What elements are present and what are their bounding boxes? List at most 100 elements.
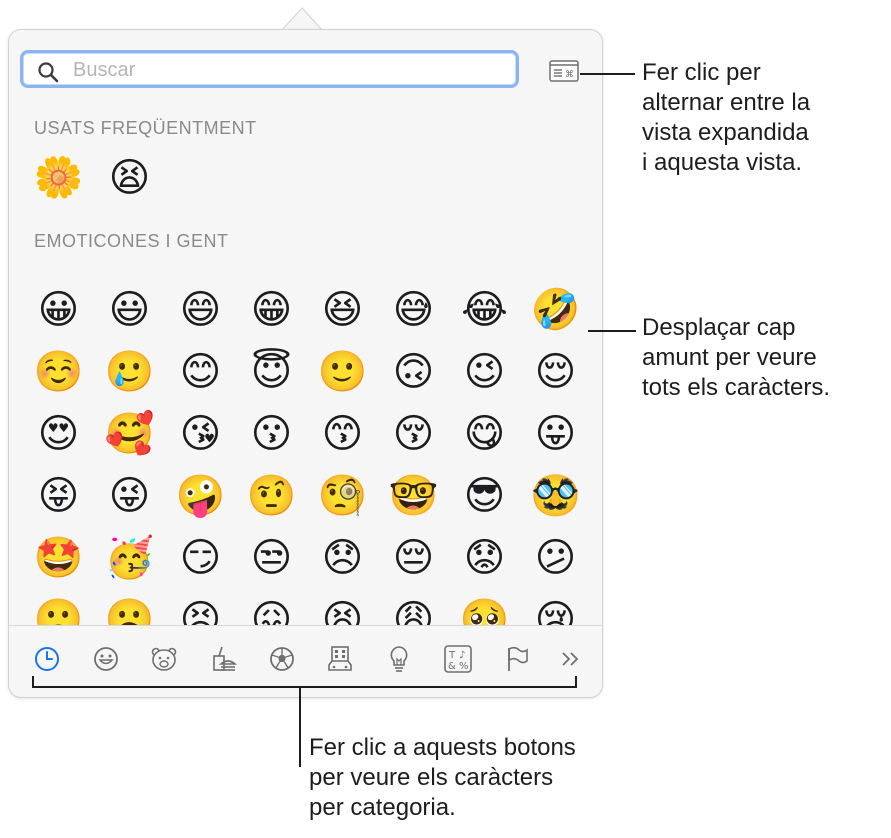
tab-animals[interactable] [147, 642, 181, 676]
emoji-cell[interactable]: 😗 [236, 404, 307, 464]
svg-text:T: T [448, 650, 456, 661]
frequent-emoji-row: 🌼 😫 [23, 148, 165, 208]
emoji-cell[interactable]: 😁 [236, 280, 307, 340]
smiley-icon [94, 647, 118, 671]
emoji-cell[interactable]: 😔 [378, 528, 449, 588]
emoji-row: 😀 😃 😄 😁 😆 😅 😂 🤣 [23, 280, 602, 340]
emoji-cell[interactable]: 😕 [520, 528, 591, 588]
tab-flags[interactable] [500, 642, 534, 676]
emoji-cell[interactable]: 😣 [165, 590, 236, 625]
emoji-cell[interactable]: 😀 [23, 280, 94, 340]
callout-line-scroll [588, 330, 636, 332]
search-input[interactable] [73, 56, 503, 84]
callout-line-tabs [299, 687, 301, 767]
emoji-cell[interactable]: 😋 [449, 404, 520, 464]
tab-more[interactable] [553, 642, 587, 676]
emoji-cell[interactable]: 😫 [307, 590, 378, 625]
emoji-cell[interactable]: 😜 [94, 466, 165, 526]
lightbulb-icon [390, 646, 408, 672]
character-viewer-popover: ⌘ USATS FREQÜENTMENT 🌼😫 EMOTICONES I GEN… [8, 29, 603, 698]
svg-text:&: & [448, 661, 456, 672]
emoji-cell[interactable]: 😛 [520, 404, 591, 464]
tab-frequent[interactable] [30, 642, 64, 676]
emoji-cell[interactable]: 😇 [236, 342, 307, 402]
building-car-icon [328, 646, 352, 671]
tab-food[interactable] [206, 642, 240, 676]
keyboard-window-icon: ⌘ [549, 60, 579, 82]
emoji-cell[interactable]: 😏 [165, 528, 236, 588]
tab-objects[interactable] [382, 642, 416, 676]
emoji-row: 😝 😜 🤪 🤨 🧐 🤓 😎 🥸 [23, 466, 602, 526]
emoji-cell[interactable]: 😘 [165, 404, 236, 464]
emoji-cell[interactable]: 😅 [378, 280, 449, 340]
emoji-cell[interactable]: 😫 [94, 148, 165, 208]
bear-icon [151, 647, 177, 671]
emoji-cell[interactable]: 😎 [449, 466, 520, 526]
search-icon [38, 62, 59, 83]
emoji-cell[interactable]: 😆 [307, 280, 378, 340]
emoji-row: 😍 🥰 😘 😗 😙 😚 😋 😛 [23, 404, 602, 464]
callout-toggle: Fer clic per alternar entre la vista exp… [642, 59, 811, 176]
emoji-cell[interactable]: 🧐 [307, 466, 378, 526]
emoji-cell[interactable]: 🙃 [378, 342, 449, 402]
emoji-cell[interactable]: ☹️ [94, 590, 165, 625]
emoji-cell[interactable]: 😌 [520, 342, 591, 402]
callout-bracket-left [32, 676, 34, 688]
emoji-cell[interactable]: 🙁 [23, 590, 94, 625]
soccer-ball-icon [270, 647, 294, 671]
emoji-cell[interactable]: 🥸 [520, 466, 591, 526]
food-icon [213, 646, 238, 671]
emoji-row: 🤩 🥳 😏 😒 😞 😔 😟 😕 [23, 528, 602, 588]
emoji-cell[interactable]: 😩 [378, 590, 449, 625]
svg-text:⌘: ⌘ [565, 70, 574, 80]
callout-line-toggle [580, 73, 635, 75]
emoji-cell[interactable]: 😢 [520, 590, 591, 625]
flag-icon [508, 646, 528, 671]
emoji-cell[interactable]: 😚 [378, 404, 449, 464]
emoji-cell[interactable]: 🥰 [94, 404, 165, 464]
clock-icon [35, 647, 59, 671]
callout-bracket-right [575, 676, 577, 688]
chevrons-right-icon [562, 652, 579, 666]
emoji-cell[interactable]: 🤣 [520, 280, 591, 340]
svg-text:%: % [459, 661, 469, 672]
tab-symbols[interactable]: T ♪ & % [441, 642, 475, 676]
callout-scroll: Desplaçar cap amunt per veure tots els c… [642, 314, 831, 401]
svg-text:♪: ♪ [459, 650, 465, 661]
emoji-cell[interactable]: 😂 [449, 280, 520, 340]
tab-activity[interactable] [265, 642, 299, 676]
emoji-cell[interactable]: 😄 [165, 280, 236, 340]
symbols-icon: T ♪ & % [444, 645, 472, 673]
emoji-cell[interactable]: 😒 [236, 528, 307, 588]
emoji-cell[interactable]: 🥲 [94, 342, 165, 402]
emoji-cell[interactable]: 😞 [307, 528, 378, 588]
emoji-cell[interactable]: 🤪 [165, 466, 236, 526]
tab-smileys[interactable] [89, 642, 123, 676]
emoji-cell[interactable]: 😟 [449, 528, 520, 588]
emoji-cell[interactable]: 😙 [307, 404, 378, 464]
emoji-cell[interactable]: 🌼 [23, 148, 94, 208]
emoji-cell[interactable]: ☺️ [23, 342, 94, 402]
emoji-cell[interactable]: 🤓 [378, 466, 449, 526]
section-title-frequent: USATS FREQÜENTMENT [34, 118, 257, 138]
emoji-cell[interactable]: 🤩 [23, 528, 94, 588]
emoji-cell[interactable]: 🥳 [94, 528, 165, 588]
emoji-cell[interactable]: 😃 [94, 280, 165, 340]
emoji-grid[interactable]: 😀 😃 😄 😁 😆 😅 😂 🤣 ☺️ 🥲 😊 😇 🙂 🙃 😉 😌 😍 🥰 😘 😗 😙 😚 😋 😛 😝 😜 🤪 🤨 🧐 🤓 😎 🥸 🤩 🥳 😏 😒 😞 😔 😟… [9, 280, 602, 625]
tab-travel[interactable] [323, 642, 357, 676]
emoji-cell[interactable]: 🤨 [236, 466, 307, 526]
emoji-cell[interactable]: 😍 [23, 404, 94, 464]
emoji-row: ☺️ 🥲 😊 😇 🙂 🙃 😉 😌 [23, 342, 602, 402]
toggle-view-button[interactable]: ⌘ [549, 60, 579, 82]
emoji-cell[interactable]: 😉 [449, 342, 520, 402]
section-title-people: EMOTICONES I GENT [34, 231, 229, 251]
emoji-row: 🙁 ☹️ 😣 😖 😫 😩 🥺 😢 [23, 590, 602, 625]
emoji-cell[interactable]: 😖 [236, 590, 307, 625]
emoji-cell[interactable]: 🥺 [449, 590, 520, 625]
emoji-cell[interactable]: 🙂 [307, 342, 378, 402]
callout-tabs: Fer clic a aquests botons per veure els … [309, 734, 576, 821]
search-field[interactable] [20, 50, 519, 88]
callout-bracket-tabs [32, 686, 577, 688]
emoji-cell[interactable]: 😊 [165, 342, 236, 402]
emoji-cell[interactable]: 😝 [23, 466, 94, 526]
